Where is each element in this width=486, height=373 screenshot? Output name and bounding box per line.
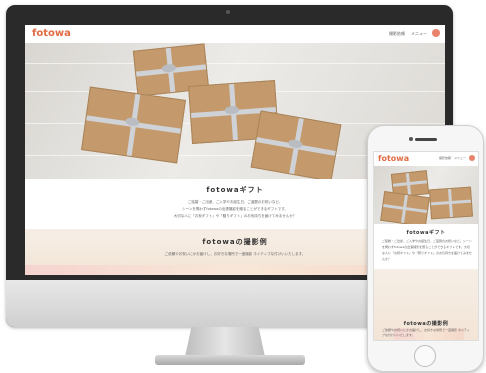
phone-hero-gift-image bbox=[374, 166, 478, 224]
phone-menu-button[interactable] bbox=[469, 155, 475, 161]
phone-examples-title: fotowaの撮影例 bbox=[403, 321, 449, 327]
phone-camera bbox=[409, 137, 413, 141]
smartphone: fotowa 撮影依頼 メニュー fotowaギフト ご結婚・ご出産、ご入学やお… bbox=[367, 125, 484, 372]
nav-request-link[interactable]: 撮影依頼 bbox=[389, 31, 405, 37]
phone-speaker bbox=[415, 138, 437, 141]
phone-site-header: fotowa 撮影依頼 メニュー bbox=[374, 152, 478, 166]
table-plank-line bbox=[25, 63, 445, 64]
phone-gift-section-text: ご結婚・ご出産、ご入学やお誕生日、ご還暦のお祝いなど。シーンを問わずfotowa… bbox=[382, 239, 472, 261]
gift-box bbox=[380, 190, 430, 224]
phone-nav: 撮影依頼 メニュー bbox=[439, 156, 466, 160]
phone-home-button[interactable] bbox=[414, 345, 436, 367]
phone-screen: fotowa 撮影依頼 メニュー fotowaギフト ご結婚・ご出産、ご入学やお… bbox=[373, 151, 479, 341]
phone-nav-menu-link[interactable]: メニュー bbox=[454, 156, 466, 160]
phone-nav-request-link[interactable]: 撮影依頼 bbox=[439, 156, 451, 160]
gift-box bbox=[81, 86, 186, 164]
desktop-nav: 撮影依頼 メニュー bbox=[389, 31, 427, 37]
menu-button[interactable] bbox=[432, 29, 440, 37]
nav-menu-link[interactable]: メニュー bbox=[411, 31, 427, 37]
gift-box bbox=[429, 186, 473, 220]
phone-examples-text: ご依頼やお祝いにかお届けし、お好きな場所で一度撮影 ネイティブな付けいいたします… bbox=[382, 328, 470, 337]
phone-gift-section-title: fotowaギフト bbox=[406, 230, 446, 236]
monitor-stand-base bbox=[155, 355, 305, 365]
monitor-camera bbox=[226, 10, 230, 14]
desktop-site-header: fotowa 撮影依頼 メニュー bbox=[25, 25, 445, 43]
monitor-stand-neck bbox=[185, 327, 265, 357]
site-logo[interactable]: fotowa bbox=[32, 28, 71, 39]
gift-box bbox=[250, 110, 342, 179]
phone-site-logo[interactable]: fotowa bbox=[378, 154, 409, 163]
